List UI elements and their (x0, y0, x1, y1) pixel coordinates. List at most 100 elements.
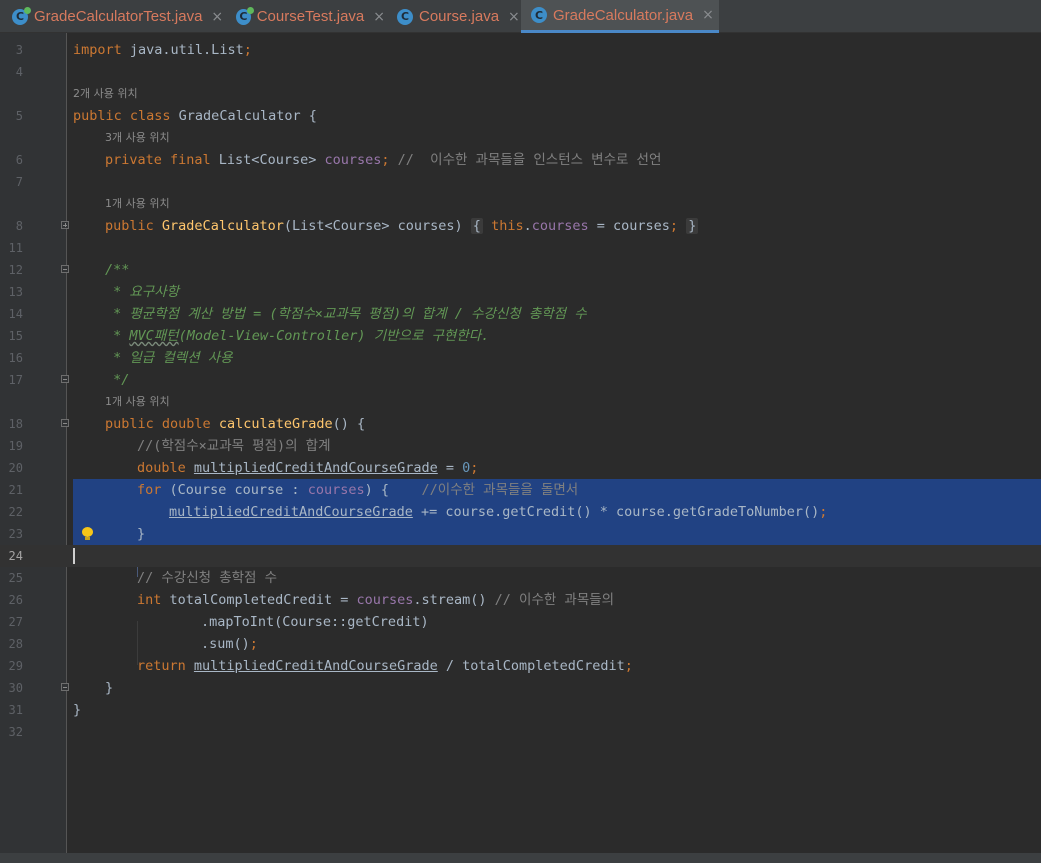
usages-hint[interactable]: 1개 사용 위치 (105, 391, 170, 413)
close-icon[interactable]: × (702, 7, 714, 23)
code-text: /** (105, 262, 130, 278)
line-number: 13 (8, 285, 23, 299)
line-number: 26 (8, 593, 23, 607)
code-text: return multipliedCreditAndCourseGrade / … (137, 658, 633, 674)
code-line: 19 //(학점수×교과목 평점)의 합계 (0, 435, 1041, 457)
code-text: private final List<Course> courses; // 이… (105, 152, 662, 168)
close-icon[interactable]: × (508, 9, 520, 25)
tab-label: Course.java (419, 8, 500, 25)
line-number: 4 (15, 65, 23, 79)
selected-code-line: 21 for (Course course : courses) { //이수한… (9, 479, 1041, 501)
folded-brace[interactable]: { (470, 218, 483, 234)
code-line: 14 * 평균학점 계산 방법 = (학점수×교과목 평점)의 합계 / 수강신… (0, 303, 1041, 325)
line-number: 32 (8, 725, 23, 739)
code-text: double multipliedCreditAndCourseGrade = … (137, 460, 479, 476)
code-line: 11 (0, 237, 1041, 259)
code-line: 29 return multipliedCreditAndCourseGrade… (0, 655, 1041, 677)
fold-collapse-icon[interactable] (61, 265, 69, 273)
fold-expand-icon[interactable] (61, 221, 69, 229)
close-icon[interactable]: × (373, 9, 385, 25)
code-line: 7 (0, 171, 1041, 193)
selected-code-line: 23 } (9, 523, 1041, 545)
code-editor[interactable]: 3 import java.util.List; 4 2개 사용 위치 5 pu… (0, 33, 1041, 853)
usages-hint[interactable]: 1개 사용 위치 (105, 193, 170, 215)
code-text: * 평균학점 계산 방법 = (학점수×교과목 평점)의 합계 / 수강신청 총… (105, 306, 587, 322)
usages-hint[interactable]: 2개 사용 위치 (73, 83, 138, 105)
line-number: 8 (15, 219, 23, 233)
line-number: 5 (15, 109, 23, 123)
line-number: 7 (15, 175, 23, 189)
code-line: 32 (0, 721, 1041, 743)
line-number: 15 (8, 329, 23, 343)
code-text: import java.util.List; (73, 42, 252, 58)
tab-gradecalculator-java[interactable]: C GradeCalculator.java × (521, 0, 719, 33)
java-test-class-icon: C (12, 6, 31, 25)
code-line: 26 int totalCompletedCredit = courses.st… (0, 589, 1041, 611)
line-number: 11 (8, 241, 23, 255)
line-number: 22 (8, 505, 23, 519)
code-text: } (105, 680, 114, 696)
code-line: 27 .mapToInt(Course::getCredit) (0, 611, 1041, 633)
line-number: 14 (8, 307, 23, 321)
code-text: // 수강신청 총학점 수 (137, 570, 277, 586)
caret-line: 24 (0, 545, 1041, 567)
line-number: 12 (8, 263, 23, 277)
code-line: 5 public class GradeCalculator { (0, 105, 1041, 127)
tab-coursetest-java[interactable]: C CourseTest.java × (225, 0, 385, 33)
code-text: public class GradeCalculator { (73, 108, 317, 124)
line-number: 23 (8, 527, 23, 541)
tab-label: CourseTest.java (256, 8, 365, 25)
code-text: public double calculateGrade() { (105, 416, 366, 432)
code-text: .sum(); (201, 636, 258, 652)
tab-label: GradeCalculatorTest.java (34, 8, 203, 25)
line-number: 6 (15, 153, 23, 167)
tab-label: GradeCalculator.java (553, 6, 694, 24)
code-line: 18 public double calculateGrade() { (0, 413, 1041, 435)
line-number: 31 (8, 703, 23, 717)
line-number: 18 (8, 417, 23, 431)
code-line: 17 */ (0, 369, 1041, 391)
code-line: 25 // 수강신청 총학점 수 (0, 567, 1041, 589)
code-line: 16 * 일급 컬렉션 사용 (0, 347, 1041, 369)
code-text: * 일급 컬렉션 사용 (105, 350, 233, 366)
tab-gradecalculatortest-java[interactable]: C GradeCalculatorTest.java × (0, 0, 225, 33)
fold-collapse-icon[interactable] (61, 419, 69, 427)
java-class-icon: C (531, 7, 547, 23)
code-line: 30 } (0, 677, 1041, 699)
line-number: 3 (15, 43, 23, 57)
fold-collapse-icon[interactable] (61, 683, 69, 691)
code-line: 31 } (0, 699, 1041, 721)
java-class-icon: C (397, 8, 413, 25)
line-number: 24 (8, 549, 23, 563)
code-line: 12 /** (0, 259, 1041, 281)
line-number: 20 (8, 461, 23, 475)
editor-tab-bar: C GradeCalculatorTest.java × C CourseTes… (0, 0, 1041, 33)
java-test-class-icon: C (236, 6, 254, 25)
code-text: * 요구사항 (105, 284, 180, 300)
fold-collapse-icon[interactable] (61, 375, 69, 383)
code-text: } (73, 702, 82, 718)
usages-hint-line: 1개 사용 위치 (0, 391, 1041, 413)
close-icon[interactable]: × (211, 9, 223, 25)
folded-brace[interactable]: } (686, 218, 699, 234)
code-line: 4 (0, 61, 1041, 83)
selected-code-line: 22 multipliedCreditAndCourseGrade += cou… (9, 501, 1041, 523)
code-line: 13 * 요구사항 (0, 281, 1041, 303)
text-caret (73, 548, 75, 564)
line-number: 29 (8, 659, 23, 673)
tab-course-java[interactable]: C Course.java × (385, 0, 521, 33)
line-number: 27 (8, 615, 23, 629)
usages-hint[interactable]: 3개 사용 위치 (105, 127, 170, 149)
line-number: 21 (8, 483, 23, 497)
bottom-toolbar (0, 853, 1041, 863)
line-number: 25 (8, 571, 23, 585)
code-line: 6 private final List<Course> courses; //… (0, 149, 1041, 171)
lightbulb-icon[interactable] (81, 527, 93, 540)
usages-hint-line: 1개 사용 위치 (0, 193, 1041, 215)
usages-hint-line: 2개 사용 위치 (0, 83, 1041, 105)
code-line: 3 import java.util.List; (0, 39, 1041, 61)
code-line: 28 .sum(); (0, 633, 1041, 655)
line-number: 16 (8, 351, 23, 365)
code-text: for (Course course : courses) { //이수한 과목… (137, 482, 579, 498)
code-text: multipliedCreditAndCourseGrade += course… (169, 504, 828, 520)
